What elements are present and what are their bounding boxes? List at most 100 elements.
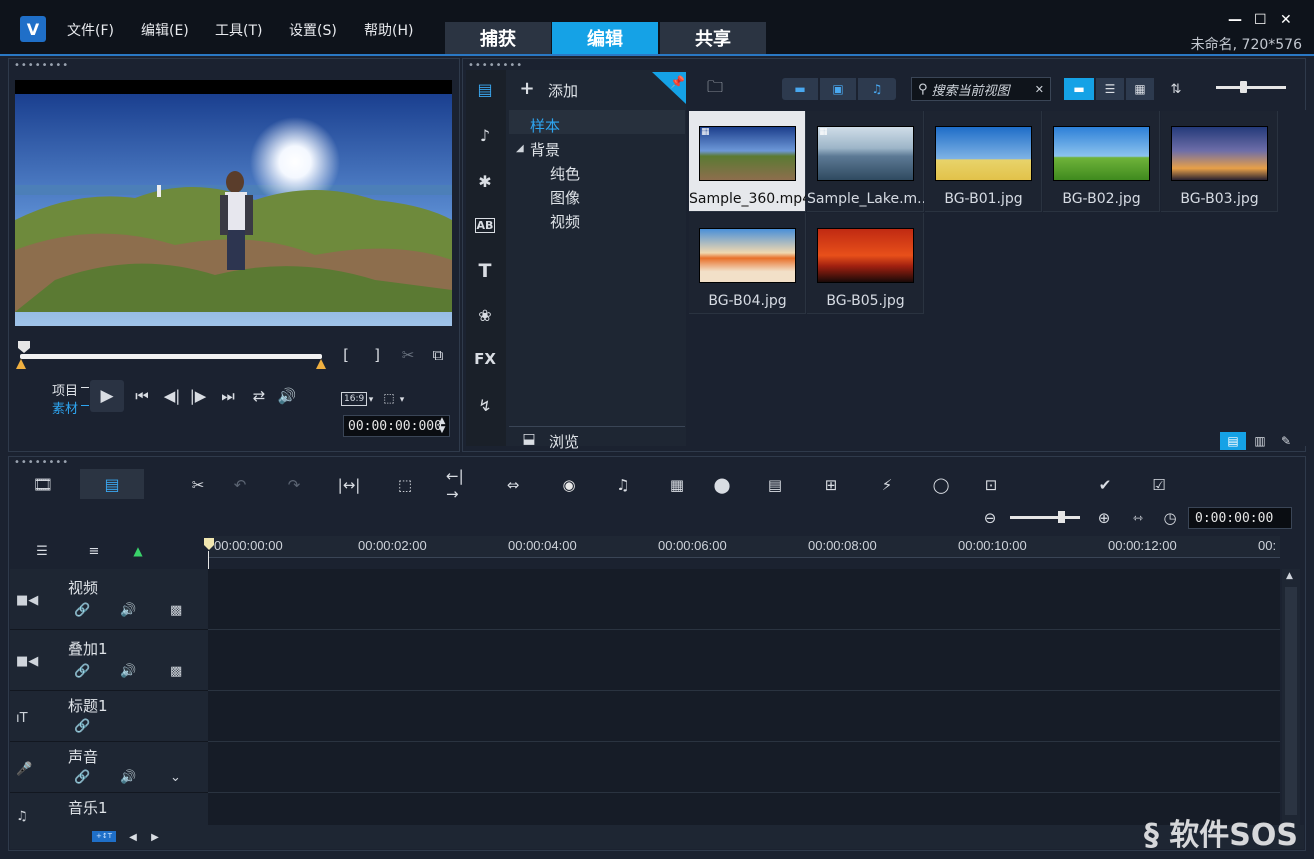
library-item-bg-b05[interactable]: BG-B05.jpg: [807, 213, 924, 314]
zoom-slider-handle[interactable]: [1058, 511, 1065, 523]
smart-package-icon[interactable]: ☑: [1146, 474, 1172, 496]
multicam-icon[interactable]: ▦: [664, 474, 690, 496]
library-item-sample-360[interactable]: ▦ Sample_360.mp4: [689, 111, 806, 212]
mark-out-handle-icon[interactable]: [316, 358, 326, 373]
graphics-icon[interactable]: ❀: [470, 302, 500, 328]
record-capture-icon[interactable]: ⬚: [392, 474, 418, 496]
media-library-icon[interactable]: ▤: [470, 76, 500, 102]
list-view-icon[interactable]: ☰: [1096, 78, 1124, 100]
browse-icon[interactable]: ⬓: [518, 430, 540, 448]
video-preview[interactable]: [15, 80, 452, 326]
track-overlay-1[interactable]: ■◀ 叠加1 🔗 🔊 ▩: [10, 630, 208, 691]
go-to-end-icon[interactable]: ⏭: [218, 386, 238, 406]
title-editor-icon[interactable]: ▤: [762, 474, 788, 496]
link-icon[interactable]: 🔗: [74, 603, 90, 618]
storyboard-view-icon[interactable]: 🎞: [28, 472, 58, 496]
show-photo-icon[interactable]: ▣: [820, 78, 856, 100]
timecode-stepper-icon[interactable]: ▲ ▼: [436, 416, 448, 436]
track-height-icon[interactable]: +↕T: [92, 831, 116, 842]
title-text-icon[interactable]: T: [470, 258, 500, 284]
timeline-view-icon[interactable]: ▤: [80, 469, 144, 499]
track-title-1[interactable]: ıT 标题1 🔗: [10, 691, 208, 742]
maximize-icon[interactable]: ☐: [1254, 12, 1267, 28]
vertical-scrollbar[interactable]: ▲: [1282, 569, 1300, 825]
zoom-in-icon[interactable]: ⊕: [1094, 508, 1114, 528]
path-motion-icon[interactable]: ↯: [470, 392, 500, 418]
panel-grip[interactable]: ••••••••: [14, 457, 69, 468]
track-music-1[interactable]: ♫ 音乐1: [10, 793, 208, 825]
library-item-bg-b03[interactable]: BG-B03.jpg: [1161, 111, 1278, 212]
lane-voice[interactable]: [208, 742, 1280, 793]
chevron-down-icon[interactable]: ▾: [397, 394, 407, 406]
resize-crop-icon[interactable]: ⬚: [380, 390, 398, 406]
audio-mixer-icon[interactable]: ♫: [610, 474, 636, 496]
tab-share[interactable]: 共享: [660, 22, 766, 54]
lane-title-1[interactable]: [208, 691, 1280, 742]
volume-icon[interactable]: 🔊: [120, 603, 136, 618]
options-panel-icon[interactable]: ▥: [1250, 432, 1270, 450]
menu-help[interactable]: 帮助(H): [364, 20, 413, 40]
show-video-icon[interactable]: ▬: [782, 78, 818, 100]
panel-grip[interactable]: ••••••••: [14, 60, 69, 71]
filter-fx-icon[interactable]: FX: [470, 346, 500, 372]
library-item-bg-b02[interactable]: BG-B02.jpg: [1043, 111, 1160, 212]
tree-item-sample[interactable]: 样本: [530, 115, 560, 136]
mode-project-label[interactable]: 项目: [52, 380, 78, 399]
aspect-ratio-button[interactable]: 16:9: [341, 392, 368, 406]
link-icon[interactable]: 🔗: [74, 770, 90, 785]
tree-item-image[interactable]: 图像: [550, 187, 580, 208]
scroll-left-icon[interactable]: ◀: [126, 829, 140, 845]
tools-icon[interactable]: ✂: [186, 474, 210, 496]
record-icon[interactable]: ◉: [556, 474, 582, 496]
add-icon[interactable]: +: [518, 78, 536, 99]
library-item-bg-b01[interactable]: BG-B01.jpg: [925, 111, 1042, 212]
repeat-icon[interactable]: ⇄: [248, 386, 270, 406]
mark-in-icon[interactable]: [: [338, 346, 354, 364]
zoom-slider[interactable]: [1010, 516, 1080, 519]
mask-creator-icon[interactable]: ◯: [928, 474, 954, 496]
search-input[interactable]: ⚲ 搜索当前视图 ✕: [911, 77, 1051, 101]
transition-icon[interactable]: ✱: [470, 168, 500, 194]
volume-icon[interactable]: 🔊: [120, 664, 136, 679]
redo-icon[interactable]: ↷: [282, 474, 306, 496]
scissors-icon[interactable]: ✂: [398, 346, 418, 364]
tab-edit[interactable]: 编辑: [552, 22, 658, 54]
ab-transition-icon[interactable]: AB: [470, 212, 500, 238]
thumbnail-size-slider[interactable]: [1216, 86, 1286, 89]
volume-icon[interactable]: 🔊: [276, 386, 298, 406]
menu-edit[interactable]: 编辑(E): [141, 20, 189, 40]
minimize-icon[interactable]: —: [1228, 12, 1242, 28]
instant-project-icon[interactable]: ♪: [470, 122, 500, 148]
tree-item-background[interactable]: 背景: [530, 139, 560, 160]
menu-settings[interactable]: 设置(S): [289, 20, 337, 40]
library-item-sample-lake[interactable]: ▦ Sample_Lake.m...: [807, 111, 924, 212]
timeline-timecode[interactable]: 0:00:00:00: [1188, 507, 1292, 529]
expand-arrow-icon[interactable]: ◢: [516, 143, 524, 154]
color-grading-icon[interactable]: ⬤: [708, 474, 736, 496]
mark-out-icon[interactable]: ]: [369, 346, 385, 364]
add-folder-button[interactable]: 添加: [548, 80, 578, 101]
enlarge-preview-icon[interactable]: ⧉: [428, 346, 448, 364]
tree-item-video[interactable]: 视频: [550, 211, 580, 232]
auto-music-icon[interactable]: ✔: [1092, 474, 1118, 496]
add-track-icon[interactable]: ≡: [82, 542, 106, 560]
grid-view-icon[interactable]: ▦: [1126, 78, 1154, 100]
chevron-down-icon[interactable]: ▾: [366, 394, 376, 406]
volume-icon[interactable]: 🔊: [120, 770, 136, 785]
mode-clip-label[interactable]: 素材: [52, 398, 78, 417]
link-icon[interactable]: 🔗: [74, 719, 90, 734]
previous-frame-icon[interactable]: ◀|: [162, 386, 182, 406]
checker-icon[interactable]: ▩: [170, 664, 182, 679]
show-audio-icon[interactable]: ♫: [858, 78, 896, 100]
track-lanes[interactable]: [208, 569, 1280, 825]
import-folder-icon[interactable]: 🗀: [702, 77, 728, 100]
scroll-up-icon[interactable]: ▲: [1286, 571, 1293, 581]
checker-icon[interactable]: ▩: [170, 603, 182, 618]
split-screen-icon[interactable]: ⊞: [818, 474, 844, 496]
library-panel-icon[interactable]: ▤: [1220, 432, 1246, 450]
sort-az-icon[interactable]: ⇅: [1164, 78, 1188, 100]
browse-button[interactable]: 浏览: [549, 431, 579, 452]
slip-icon[interactable]: ⇔: [500, 474, 526, 496]
chapter-marker-icon[interactable]: ▲: [126, 542, 150, 560]
clear-search-icon[interactable]: ✕: [1035, 83, 1044, 96]
